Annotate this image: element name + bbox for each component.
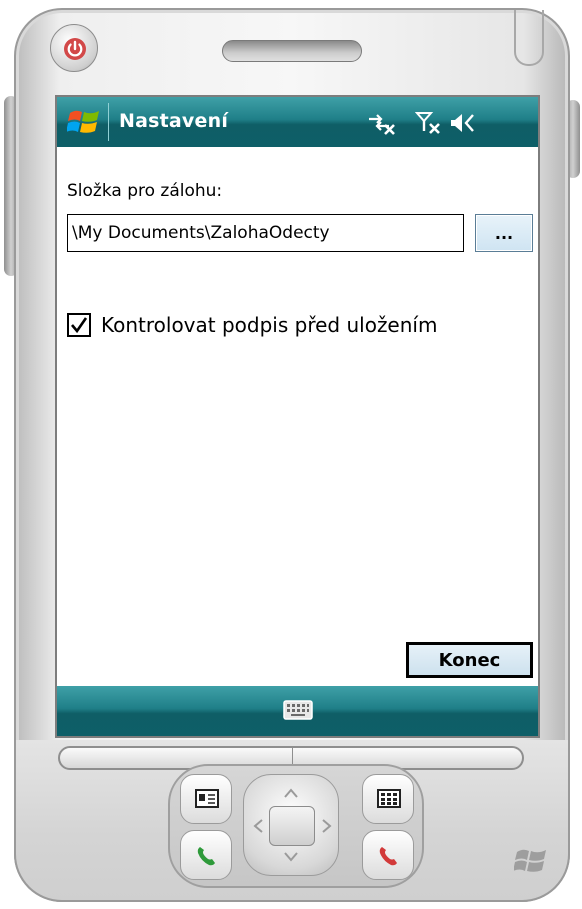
backup-folder-input[interactable] [67, 214, 464, 252]
stylus-slot [514, 10, 544, 66]
menu-bar [57, 686, 538, 736]
device-screen: Nastavení Složka pro zálohu: ... [55, 95, 540, 738]
verify-signature-label[interactable]: Kontrolovat podpis před uložením [101, 313, 437, 337]
title-separator [108, 103, 109, 141]
device-frame: Nastavení Složka pro zálohu: ... [0, 0, 582, 909]
power-button[interactable] [50, 24, 98, 72]
checkmark-icon [71, 317, 88, 334]
dpad-right-icon[interactable] [322, 819, 332, 833]
windows-start-icon[interactable] [67, 107, 101, 137]
windows-logo-icon [514, 849, 546, 872]
phone-end-icon [379, 847, 397, 866]
connectivity-icon[interactable] [367, 111, 397, 135]
verify-signature-checkbox[interactable] [67, 313, 91, 337]
dpad-up-icon[interactable] [284, 788, 298, 798]
dpad-center-button[interactable] [269, 806, 315, 846]
end-call-hw-button[interactable] [362, 830, 414, 880]
browse-folder-button[interactable]: ... [475, 214, 533, 252]
no-signal-icon[interactable] [415, 111, 443, 135]
power-icon [64, 38, 86, 60]
phone-call-icon [197, 847, 215, 866]
keyboard-icon[interactable] [283, 700, 313, 720]
contacts-icon [195, 789, 219, 808]
window-title: Nastavení [119, 110, 229, 132]
volume-icon[interactable] [449, 111, 479, 135]
calendar-hw-button[interactable] [362, 774, 414, 824]
speaker-grille [222, 40, 362, 62]
dpad-left-icon[interactable] [253, 819, 263, 833]
calendar-icon [377, 789, 401, 808]
dpad-down-icon[interactable] [284, 852, 298, 862]
title-bar: Nastavení [57, 97, 538, 147]
call-hw-button[interactable] [180, 830, 232, 880]
contacts-hw-button[interactable] [180, 774, 232, 824]
backup-folder-label: Složka pro zálohu: [67, 181, 223, 201]
close-button[interactable]: Konec [406, 642, 533, 678]
